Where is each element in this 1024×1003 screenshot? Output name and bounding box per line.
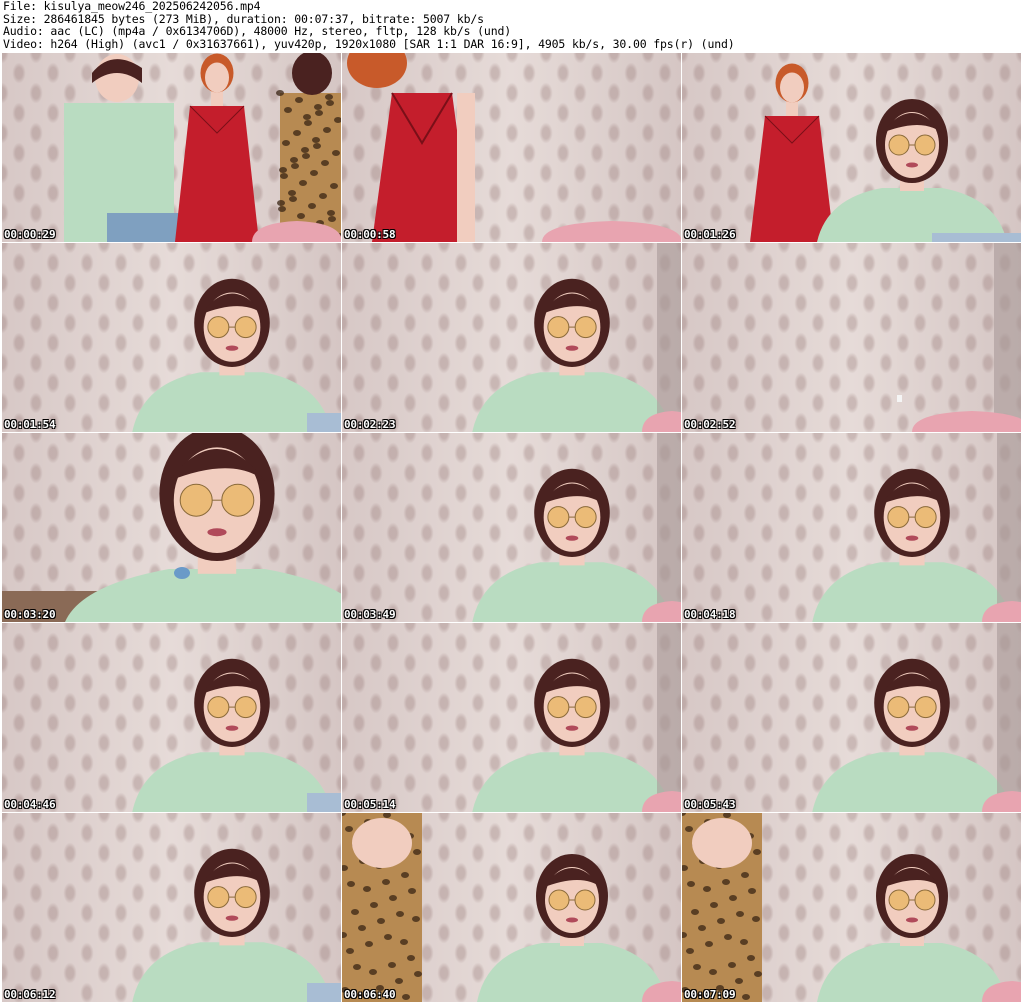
video-thumbnail: 00:01:26 [682, 53, 1021, 242]
thumbnail-scene [2, 433, 341, 622]
thumbnail-timestamp: 00:00:29 [4, 228, 56, 241]
thumbnail-timestamp: 00:05:43 [684, 798, 736, 811]
audio-info-line: Audio: aac (LC) (mp4a / 0x6134706D), 480… [3, 24, 512, 38]
video-thumbnail: 00:06:12 [2, 813, 341, 1002]
video-thumbnail: 00:02:23 [342, 243, 681, 432]
video-info-line: Video: h264 (High) (avc1 / 0x31637661), … [3, 36, 735, 51]
thumbnail-scene [812, 623, 1021, 812]
thumbnail-scene [132, 278, 341, 432]
thumbnail-scene [132, 658, 341, 812]
thumbnail-scene [132, 848, 341, 1002]
thumbnail-scene [472, 243, 681, 432]
thumbnail-timestamp: 00:07:09 [684, 988, 736, 1001]
video-thumbnail: 00:04:46 [2, 623, 341, 812]
thumbnail-timestamp: 00:04:18 [684, 608, 736, 621]
video-info-header: File: kisulya_meow246_202506242056.mp4 S… [3, 0, 1021, 52]
video-thumbnail: 00:02:52 [682, 243, 1021, 432]
thumbnail-scene [64, 53, 341, 242]
thumbnail-scene [472, 433, 681, 622]
thumbnail-timestamp: 00:02:23 [344, 418, 396, 431]
thumbnail-scene [682, 813, 1021, 1002]
file-name-line: File: kisulya_meow246_202506242056.mp4 [3, 0, 261, 13]
video-thumbnail: 00:05:14 [342, 623, 681, 812]
video-thumbnail: 00:04:18 [682, 433, 1021, 622]
thumbnail-timestamp: 00:06:12 [4, 988, 56, 1001]
thumbnail-timestamp: 00:06:40 [344, 988, 396, 1001]
thumbnail-scene [897, 243, 1021, 432]
thumbnail-scene [472, 623, 681, 812]
thumbnail-timestamp: 00:00:58 [344, 228, 396, 241]
thumbnail-timestamp: 00:01:54 [4, 418, 56, 431]
thumbnail-scene [347, 53, 681, 242]
thumbnail-timestamp: 00:01:26 [684, 228, 736, 241]
video-thumbnail: 00:07:09 [682, 813, 1021, 1002]
thumbnail-timestamp: 00:04:46 [4, 798, 56, 811]
thumbnail-timestamp: 00:02:52 [684, 418, 736, 431]
thumbnail-scene [750, 63, 1021, 242]
video-thumbnail: 00:03:49 [342, 433, 681, 622]
video-thumbnail: 00:00:58 [342, 53, 681, 242]
thumbnail-scene [812, 433, 1021, 622]
video-thumbnail: 00:00:29 [2, 53, 341, 242]
video-thumbnail: 00:05:43 [682, 623, 1021, 812]
thumbnail-timestamp: 00:03:49 [344, 608, 396, 621]
video-thumbnail: 00:06:40 [342, 813, 681, 1002]
video-thumbnail: 00:01:54 [2, 243, 341, 432]
video-thumbnail: 00:03:20 [2, 433, 341, 622]
thumbnail-timestamp: 00:03:20 [4, 608, 56, 621]
thumbnail-grid: 00:00:29 00:00:58 00:01:26 00:01:54 00:02:23… [2, 53, 1022, 1002]
thumbnail-scene [342, 813, 681, 1002]
thumbnail-timestamp: 00:05:14 [344, 798, 396, 811]
